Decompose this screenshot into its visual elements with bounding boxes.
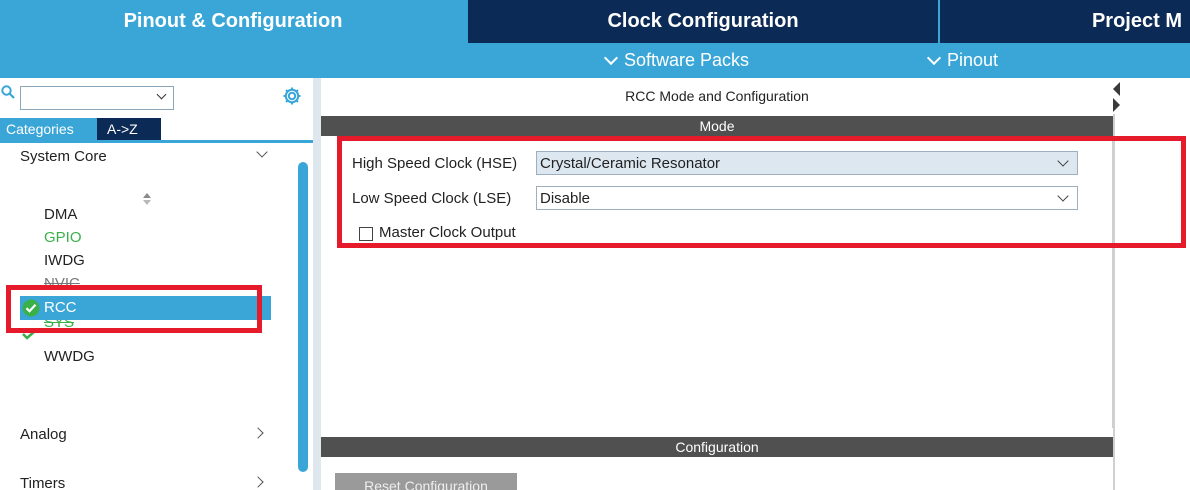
hse-value: Crystal/Ceramic Resonator bbox=[540, 155, 721, 172]
check-icon bbox=[22, 330, 36, 340]
collapse-right-icon[interactable] bbox=[1113, 98, 1120, 112]
search-icon[interactable] bbox=[1, 85, 15, 99]
panel-splitter[interactable] bbox=[313, 78, 321, 490]
chevron-down-icon bbox=[603, 50, 619, 66]
master-clock-output-checkbox[interactable] bbox=[359, 227, 373, 241]
periph-sys-label: SYS bbox=[44, 320, 75, 331]
configuration-header: Configuration bbox=[321, 437, 1113, 457]
mode-area: High Speed Clock (HSE) Crystal/Ceramic R… bbox=[321, 136, 1113, 428]
gear-icon[interactable] bbox=[281, 85, 303, 107]
category-tabs-underline bbox=[0, 140, 313, 143]
secondary-menu-bar: Software Packs Pinout bbox=[0, 43, 1190, 78]
tab-pinout-configuration[interactable]: Pinout & Configuration bbox=[0, 0, 466, 43]
mode-header: Mode bbox=[321, 116, 1113, 136]
top-tab-bar: Pinout & Configuration Clock Configurati… bbox=[0, 0, 1190, 43]
tab-label: Clock Configuration bbox=[607, 10, 799, 32]
pinout-menu[interactable]: Pinout bbox=[926, 43, 999, 78]
lse-label: Low Speed Clock (LSE) bbox=[352, 190, 512, 207]
periph-gpio[interactable]: GPIO bbox=[44, 229, 82, 246]
tab-project-manager[interactable]: Project M bbox=[940, 0, 1190, 43]
tab-clock-configuration[interactable]: Clock Configuration bbox=[468, 0, 938, 43]
master-clock-output-label: Master Clock Output bbox=[379, 224, 516, 241]
chevron-down-icon bbox=[1057, 190, 1069, 202]
hse-label: High Speed Clock (HSE) bbox=[352, 155, 518, 172]
sort-icon[interactable] bbox=[143, 193, 151, 205]
periph-sys[interactable]: SYS bbox=[44, 320, 74, 342]
category-tabs: Categories A->Z bbox=[0, 118, 161, 140]
group-label: System Core bbox=[20, 147, 107, 165]
chevron-right-icon bbox=[252, 476, 264, 488]
search-combo[interactable] bbox=[20, 86, 174, 110]
group-label: Analog bbox=[20, 425, 67, 443]
software-packs-label: Software Packs bbox=[624, 50, 750, 70]
periph-nvic[interactable]: NVIC bbox=[44, 275, 80, 287]
left-scrollbar[interactable] bbox=[298, 162, 308, 472]
hse-select[interactable]: Crystal/Ceramic Resonator bbox=[536, 151, 1078, 175]
rcc-config-panel: RCC Mode and Configuration Mode High Spe… bbox=[321, 78, 1113, 490]
search-row bbox=[0, 82, 313, 110]
strip-divider bbox=[1113, 114, 1115, 490]
collapse-left-icon[interactable] bbox=[1113, 82, 1120, 96]
reset-configuration-button[interactable]: Reset Configuration bbox=[335, 473, 517, 490]
lse-select[interactable]: Disable bbox=[536, 186, 1078, 210]
chevron-down-icon bbox=[256, 146, 268, 158]
group-system-core[interactable]: System Core bbox=[0, 145, 296, 167]
page-title: RCC Mode and Configuration bbox=[625, 88, 809, 104]
software-packs-menu[interactable]: Software Packs bbox=[603, 43, 750, 78]
group-label: Timers bbox=[20, 474, 66, 490]
lse-value: Disable bbox=[540, 190, 591, 207]
tab-label: Pinout & Configuration bbox=[123, 10, 343, 32]
chevron-down-icon bbox=[1057, 155, 1069, 167]
tab-a-to-z[interactable]: A->Z bbox=[97, 118, 161, 140]
pinout-label: Pinout bbox=[947, 50, 999, 70]
periph-dma[interactable]: DMA bbox=[44, 206, 77, 223]
group-analog[interactable]: Analog bbox=[0, 423, 296, 445]
chevron-right-icon bbox=[252, 427, 264, 439]
right-collapse-strip bbox=[1113, 78, 1190, 490]
periph-rcc-label: RCC bbox=[44, 299, 77, 316]
periph-wwdg[interactable]: WWDG bbox=[44, 348, 95, 365]
chevron-down-icon bbox=[926, 50, 942, 66]
chevron-down-icon bbox=[156, 89, 167, 100]
group-timers[interactable]: Timers bbox=[0, 472, 296, 490]
check-circle-icon bbox=[22, 299, 40, 317]
periph-iwdg[interactable]: IWDG bbox=[44, 252, 85, 269]
tab-label: Project M bbox=[1091, 10, 1182, 32]
periph-rcc[interactable]: RCC bbox=[20, 296, 271, 320]
tab-categories[interactable]: Categories bbox=[0, 118, 97, 140]
